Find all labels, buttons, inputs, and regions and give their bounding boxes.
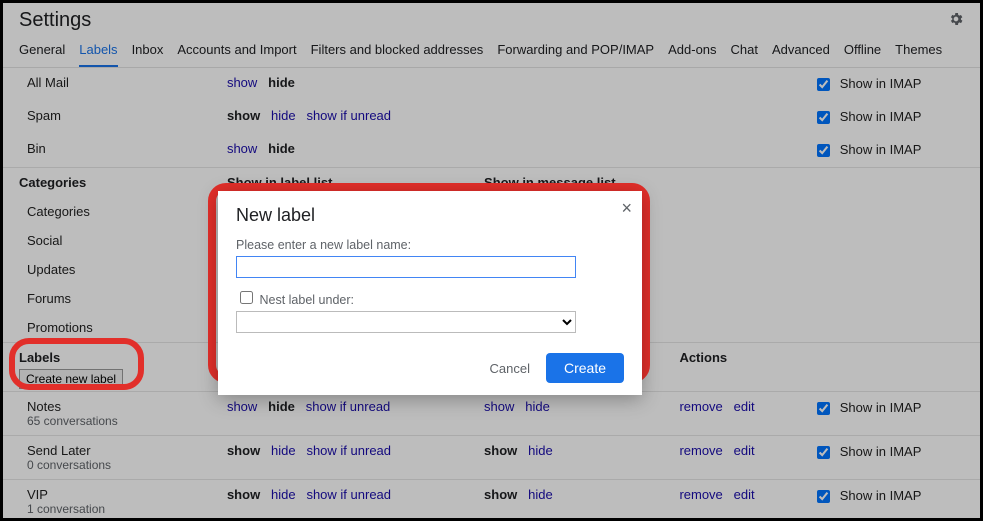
tab-filters[interactable]: Filters and blocked addresses xyxy=(311,42,484,67)
tab-chat[interactable]: Chat xyxy=(731,42,758,67)
show-if-unread-link[interactable]: show if unread xyxy=(306,487,391,502)
gear-icon[interactable] xyxy=(948,11,964,30)
show-if-unread-link[interactable]: show if unread xyxy=(306,399,391,414)
label-name: Notes xyxy=(27,399,211,414)
hide-link[interactable]: hide xyxy=(268,399,295,414)
imap-checkbox[interactable] xyxy=(817,111,830,124)
label-name: Bin xyxy=(3,134,219,168)
remove-link[interactable]: remove xyxy=(679,443,722,458)
tab-addons[interactable]: Add-ons xyxy=(668,42,716,67)
label-name: All Mail xyxy=(3,68,219,101)
nest-parent-select[interactable] xyxy=(236,311,576,333)
msg-hide-link[interactable]: hide xyxy=(528,487,553,502)
hide-link[interactable]: hide xyxy=(271,443,296,458)
show-link[interactable]: show xyxy=(227,443,260,458)
nest-label: Nest label under: xyxy=(259,293,354,307)
tab-inbox[interactable]: Inbox xyxy=(132,42,164,67)
imap-label: Show in IMAP xyxy=(840,142,922,157)
dialog-prompt: Please enter a new label name: xyxy=(236,238,624,252)
hide-link[interactable]: hide xyxy=(268,75,295,90)
remove-link[interactable]: remove xyxy=(679,399,722,414)
tab-accounts[interactable]: Accounts and Import xyxy=(177,42,296,67)
user-label-row: Send Later 0 conversations show hide sho… xyxy=(3,436,980,480)
imap-label: Show in IMAP xyxy=(840,400,922,415)
show-if-unread-link[interactable]: show if unread xyxy=(306,108,391,123)
imap-label: Show in IMAP xyxy=(840,488,922,503)
labels-section-title: Labels xyxy=(19,350,211,365)
msg-show-link[interactable]: show xyxy=(484,443,517,458)
hide-link[interactable]: hide xyxy=(271,108,296,123)
show-link[interactable]: show xyxy=(227,75,257,90)
msg-show-link[interactable]: show xyxy=(484,487,517,502)
imap-label: Show in IMAP xyxy=(840,444,922,459)
dialog-title: New label xyxy=(236,205,624,226)
show-link[interactable]: show xyxy=(227,108,260,123)
edit-link[interactable]: edit xyxy=(734,487,755,502)
tab-general[interactable]: General xyxy=(19,42,65,67)
hide-link[interactable]: hide xyxy=(268,141,295,156)
imap-label: Show in IMAP xyxy=(840,109,922,124)
create-new-label-button[interactable]: Create new label xyxy=(19,369,123,389)
label-name: Spam xyxy=(3,101,219,134)
label-name: VIP xyxy=(27,487,211,502)
tab-forwarding[interactable]: Forwarding and POP/IMAP xyxy=(497,42,654,67)
tab-labels[interactable]: Labels xyxy=(79,42,117,67)
close-icon[interactable]: × xyxy=(621,199,632,217)
imap-checkbox[interactable] xyxy=(817,402,830,415)
show-link[interactable]: show xyxy=(227,487,260,502)
tab-offline[interactable]: Offline xyxy=(844,42,881,67)
remove-link[interactable]: remove xyxy=(679,487,722,502)
show-link[interactable]: show xyxy=(227,399,257,414)
imap-checkbox[interactable] xyxy=(817,446,830,459)
hide-link[interactable]: hide xyxy=(271,487,296,502)
msg-hide-link[interactable]: hide xyxy=(525,399,550,414)
label-name: Send Later xyxy=(27,443,211,458)
msg-hide-link[interactable]: hide xyxy=(528,443,553,458)
msg-show-link[interactable]: show xyxy=(484,399,514,414)
edit-link[interactable]: edit xyxy=(734,399,755,414)
system-row-spam: Spam show hide show if unread Show in IM… xyxy=(3,101,980,134)
create-button[interactable]: Create xyxy=(546,353,624,383)
system-row-allmail: All Mail show hide Show in IMAP xyxy=(3,68,980,101)
imap-label: Show in IMAP xyxy=(840,76,922,91)
categories-section-title: Categories xyxy=(3,168,219,198)
imap-checkbox[interactable] xyxy=(817,490,830,503)
page-title: Settings xyxy=(19,9,91,32)
nest-checkbox[interactable] xyxy=(240,291,253,304)
label-name-input[interactable] xyxy=(236,256,576,278)
label-sub: 0 conversations xyxy=(27,458,211,472)
category-name: Updates xyxy=(3,255,219,284)
tab-themes[interactable]: Themes xyxy=(895,42,942,67)
system-row-bin: Bin show hide Show in IMAP xyxy=(3,134,980,168)
col-header-actions: Actions xyxy=(671,343,805,392)
label-sub: 1 conversation xyxy=(27,502,211,516)
imap-checkbox[interactable] xyxy=(817,144,830,157)
user-label-row: VIP 1 conversation show hide show if unr… xyxy=(3,480,980,523)
category-name: Forums xyxy=(3,284,219,313)
imap-checkbox[interactable] xyxy=(817,78,830,91)
new-label-dialog: × New label Please enter a new label nam… xyxy=(218,191,642,395)
show-if-unread-link[interactable]: show if unread xyxy=(306,443,391,458)
user-label-row: Notes 65 conversations show hide show if… xyxy=(3,392,980,436)
category-name: Categories xyxy=(3,197,219,226)
category-name: Social xyxy=(3,226,219,255)
category-name: Promotions xyxy=(3,313,219,343)
tab-advanced[interactable]: Advanced xyxy=(772,42,830,67)
show-link[interactable]: show xyxy=(227,141,257,156)
cancel-button[interactable]: Cancel xyxy=(490,361,530,376)
edit-link[interactable]: edit xyxy=(734,443,755,458)
settings-tabs: General Labels Inbox Accounts and Import… xyxy=(3,34,980,68)
label-sub: 65 conversations xyxy=(27,414,211,428)
